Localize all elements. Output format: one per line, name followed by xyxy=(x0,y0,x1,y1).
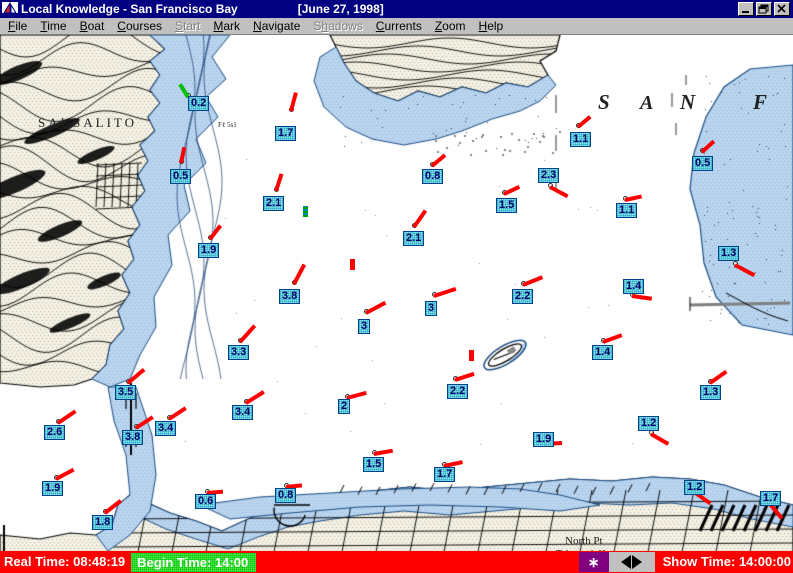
window-controls xyxy=(738,2,791,16)
time-step-buttons[interactable] xyxy=(609,552,655,572)
begin-time-display[interactable]: Begin Time: 14:00 xyxy=(131,553,256,572)
menu-boat[interactable]: Boat xyxy=(74,19,112,34)
asterisk-button[interactable]: ∗ xyxy=(579,552,609,572)
menu-file[interactable]: File xyxy=(2,19,34,34)
show-time-display: Show Time: 14:00:00 xyxy=(655,554,793,570)
menu-mark[interactable]: Mark xyxy=(207,19,247,34)
nautical-chart-canvas[interactable] xyxy=(0,35,793,551)
sailboat-icon xyxy=(2,2,18,16)
minimize-button[interactable] xyxy=(738,2,754,16)
menu-help[interactable]: Help xyxy=(473,19,511,34)
application-window: Local Knowledge - San Francisco Bay [Jun… xyxy=(0,0,793,573)
menu-zoom[interactable]: Zoom xyxy=(429,19,473,34)
menu-currents[interactable]: Currents xyxy=(370,19,429,34)
menu-start: Start xyxy=(169,19,207,34)
menu-navigate[interactable]: Navigate xyxy=(247,19,307,34)
step-forward-button[interactable] xyxy=(632,555,642,569)
chart-view[interactable]: 0.2 1.7 1.1 0.8 2.3 0.5 0.5 2.1 1.5 1.1 2.1 1.9 1.3 3… xyxy=(0,34,793,551)
menu-shadows: Shadows xyxy=(307,19,369,34)
menu-time[interactable]: Time xyxy=(34,19,73,34)
menu-bar: File Time Boat Courses Start Mark Naviga… xyxy=(0,18,793,34)
menu-courses[interactable]: Courses xyxy=(111,19,169,34)
window-title: Local Knowledge - San Francisco Bay xyxy=(21,2,238,16)
status-bar: Real Time: 08:48:19 Begin Time: 14:00 ∗ … xyxy=(0,551,793,573)
close-button[interactable] xyxy=(774,2,790,16)
title-bar: Local Knowledge - San Francisco Bay [Jun… xyxy=(0,0,793,18)
real-time-display: Real Time: 08:48:19 xyxy=(0,554,131,570)
step-back-button[interactable] xyxy=(621,555,631,569)
window-date: [June 27, 1998] xyxy=(298,2,384,16)
restore-button[interactable] xyxy=(756,2,772,16)
